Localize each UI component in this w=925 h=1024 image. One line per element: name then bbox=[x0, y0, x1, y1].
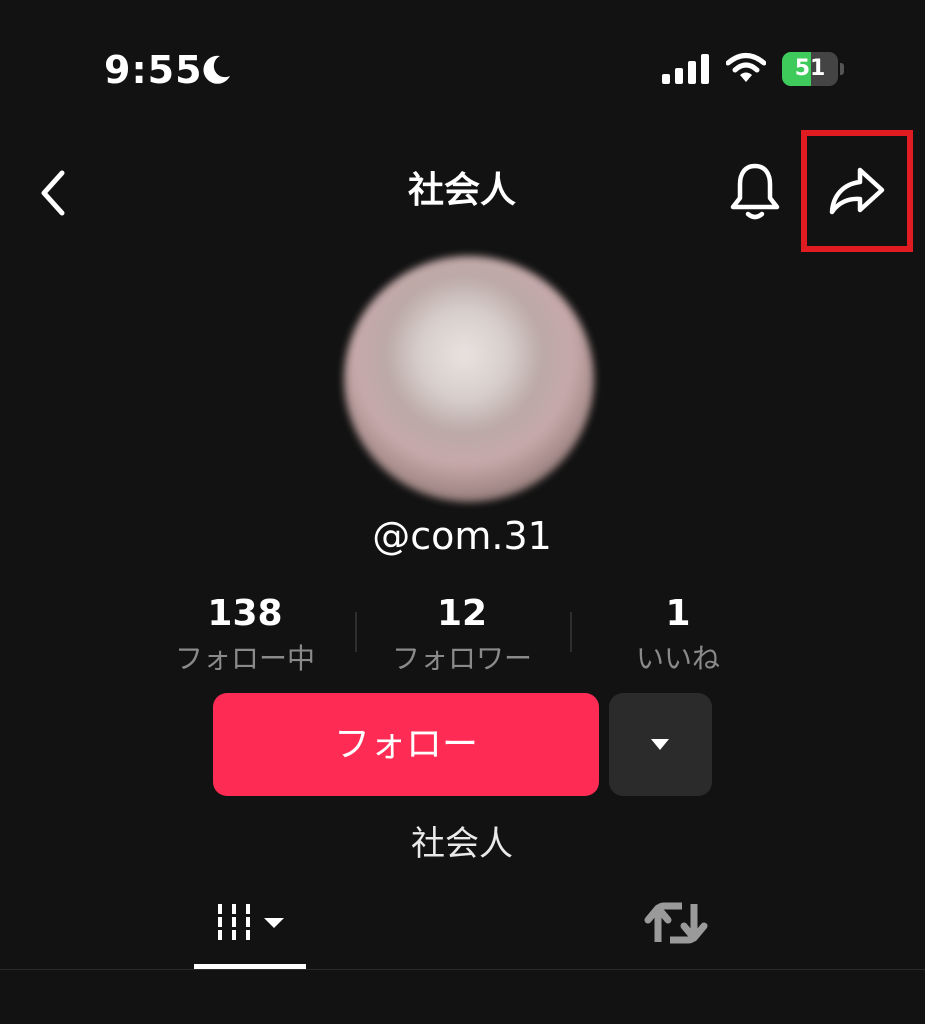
stat-likes[interactable]: 1 いいね bbox=[578, 590, 778, 680]
stat-following-label: フォロー中 bbox=[174, 642, 315, 675]
status-time: 9:55 bbox=[104, 48, 203, 92]
stat-divider bbox=[355, 612, 357, 652]
wifi-icon bbox=[726, 53, 766, 82]
avatar[interactable] bbox=[344, 256, 594, 502]
stat-divider bbox=[570, 612, 572, 652]
stat-followers-label: フォロワー bbox=[391, 642, 532, 675]
stat-likes-count: 1 bbox=[665, 593, 691, 634]
profile-bio: 社会人 bbox=[411, 824, 513, 864]
caret-down-icon bbox=[651, 739, 669, 750]
bell-icon[interactable] bbox=[726, 160, 784, 224]
stat-likes-label: いいね bbox=[635, 642, 720, 675]
stat-followers-count: 12 bbox=[436, 593, 488, 634]
battery-nub bbox=[840, 63, 844, 75]
repost-icon[interactable] bbox=[624, 890, 728, 970]
battery-percent: 51 bbox=[794, 56, 826, 81]
page-title: 社会人 bbox=[407, 170, 516, 211]
back-chevron-icon[interactable] bbox=[30, 165, 76, 221]
share-arrow-icon[interactable] bbox=[826, 160, 888, 222]
follow-button[interactable]: フォロー bbox=[213, 693, 599, 796]
stat-following-count: 138 bbox=[207, 593, 283, 634]
username-handle: @com.31 bbox=[372, 514, 552, 558]
grid-videos-icon[interactable] bbox=[194, 890, 306, 970]
battery-charging-icon: 51 bbox=[782, 52, 846, 86]
suggested-accounts-dropdown-button[interactable] bbox=[609, 693, 712, 796]
tabs-divider bbox=[0, 969, 925, 970]
moon-icon bbox=[203, 55, 230, 84]
stat-followers[interactable]: 12 フォロワー bbox=[362, 590, 562, 680]
signal-icon bbox=[662, 54, 709, 84]
stat-following[interactable]: 138 フォロー中 bbox=[145, 590, 345, 680]
